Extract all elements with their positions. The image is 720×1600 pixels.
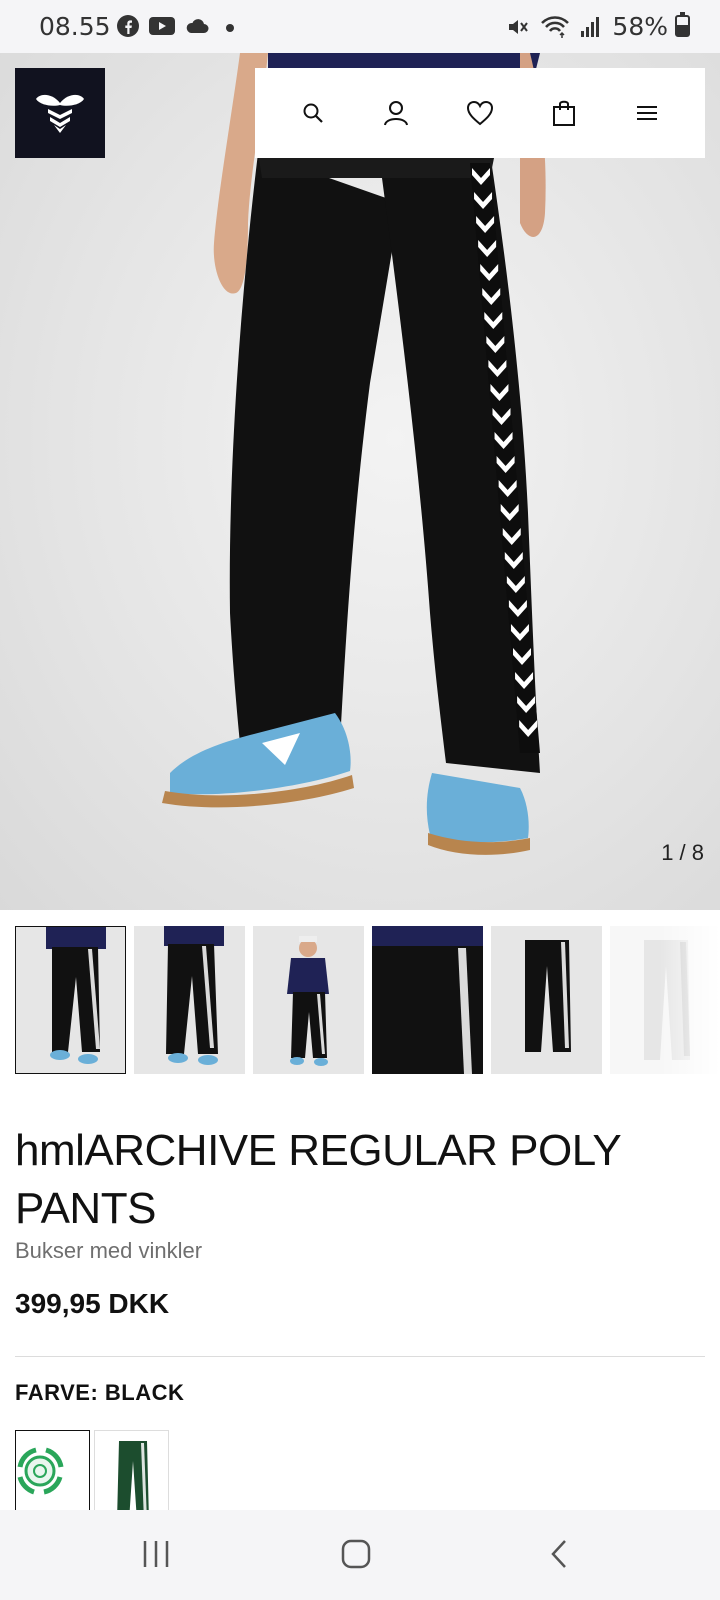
thumbnail-fade — [660, 926, 720, 1074]
account-button[interactable] — [374, 91, 418, 135]
signal-icon — [581, 16, 600, 37]
battery-percent: 58% — [612, 12, 668, 41]
account-icon — [384, 101, 409, 126]
header-nav — [255, 68, 705, 158]
cart-bag-icon — [552, 100, 575, 126]
search-icon — [303, 103, 323, 123]
mute-icon — [509, 19, 529, 34]
green-pants-thumb — [117, 1441, 149, 1519]
color-label: FARVE: BLACK — [15, 1380, 185, 1405]
thumbnail-2[interactable] — [134, 926, 245, 1074]
thumbnail-1[interactable] — [15, 926, 126, 1074]
youtube-icon — [149, 17, 175, 35]
wishlist-button[interactable] — [458, 91, 502, 135]
cart-button[interactable] — [542, 91, 586, 135]
product-main-image[interactable]: 1 / 8 — [0, 53, 720, 910]
menu-icon — [637, 106, 658, 120]
wishlist-heart-icon — [466, 100, 493, 126]
hummel-bee-logo-icon — [36, 94, 84, 133]
menu-button[interactable] — [625, 91, 669, 135]
color-swatch-black[interactable] — [15, 1430, 90, 1520]
thumbnail-3[interactable] — [253, 926, 364, 1074]
facebook-icon — [117, 15, 139, 37]
home-icon[interactable] — [340, 1538, 372, 1570]
wifi-icon — [541, 15, 570, 38]
battery-icon — [675, 12, 690, 37]
divider — [15, 1356, 705, 1357]
product-price: 399,95 DKK — [15, 1288, 170, 1319]
dot-icon — [226, 24, 234, 32]
search-button[interactable] — [291, 91, 335, 135]
status-bar: 08.55 58% — [0, 0, 720, 53]
thumbnail-strip — [15, 926, 720, 1074]
cloud-icon — [186, 19, 209, 33]
hummel-logo[interactable] — [15, 68, 105, 158]
gallery-counter: 1 / 8 — [661, 840, 704, 865]
recents-icon[interactable] — [140, 1538, 172, 1570]
thumbnail-4[interactable] — [372, 926, 483, 1074]
recycled-badge-icon — [17, 1447, 64, 1495]
product-title: hmlARCHIVE REGULAR POLY PANTS — [15, 1126, 621, 1233]
color-swatch-green[interactable] — [94, 1430, 169, 1520]
thumbnail-5[interactable] — [491, 926, 602, 1074]
back-icon[interactable] — [545, 1538, 577, 1570]
system-navigation-bar — [0, 1510, 720, 1600]
product-subtitle: Bukser med vinkler — [15, 1238, 203, 1263]
clock: 08.55 — [39, 12, 111, 41]
